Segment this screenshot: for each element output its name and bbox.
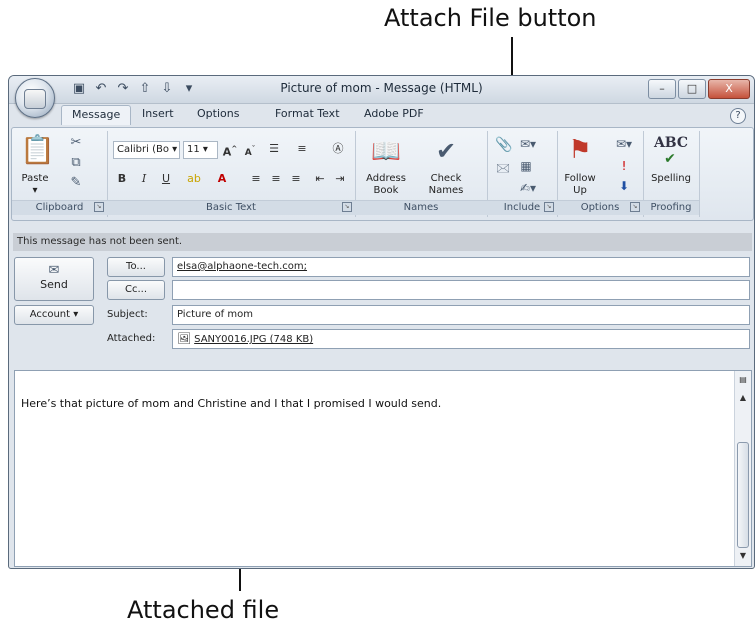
spelling-abc-icon[interactable]: ABC (647, 135, 695, 151)
callout-attached-file: Attached file (127, 596, 280, 624)
styles-icon[interactable]: Ⓐ (329, 141, 347, 157)
numbering-icon[interactable]: ≡ (293, 141, 311, 157)
tab-message[interactable]: Message (61, 105, 132, 125)
spelling-check-icon[interactable]: ✔ (659, 151, 681, 167)
subject-label: Subject: (107, 309, 148, 320)
minimize-button[interactable]: – (648, 79, 676, 99)
follow-up-button[interactable]: Follow Up (559, 173, 601, 197)
send-envelope-icon: ✉ (48, 263, 60, 278)
account-button[interactable]: Account ▾ (14, 305, 94, 325)
attachment-file-icon: 🖼 (177, 332, 191, 345)
address-book-button[interactable]: Address Book (363, 173, 409, 197)
group-basic-text: Calibri (Bo ▾ 11 ▾ A^ Aˇ ☰ ≡ Ⓐ B I U ab … (107, 131, 356, 217)
group-label-proofing: Proofing (643, 200, 699, 215)
scroll-up-arrow-icon[interactable]: ▲ (735, 391, 751, 405)
grow-font-icon[interactable]: A^ (221, 141, 239, 159)
low-importance-icon[interactable]: ⬇ (617, 179, 631, 193)
group-label-include: Include ↘ (487, 200, 557, 215)
font-size-select[interactable]: 11 ▾ (183, 141, 218, 159)
tab-insert[interactable]: Insert (142, 107, 174, 120)
business-card-icon[interactable]: 🖂 (495, 159, 511, 180)
scroll-thumb[interactable] (737, 442, 749, 548)
check-names-icon[interactable]: ✔ (431, 137, 461, 165)
attached-label: Attached: (107, 333, 156, 344)
signature-icon[interactable]: ✍▾ (517, 181, 539, 195)
message-body[interactable]: Here’s that picture of mom and Christine… (14, 370, 752, 567)
group-include: 📎 ✉▾ 🖂 ▦ ✍▾ Include ↘ (487, 131, 558, 217)
decrease-indent-icon[interactable]: ⇤ (311, 171, 329, 187)
tab-options[interactable]: Options (197, 107, 239, 120)
attached-field[interactable]: 🖼 SANY0016.JPG (748 KB) (172, 329, 750, 349)
underline-button[interactable]: U (157, 171, 175, 187)
bold-button[interactable]: B (113, 171, 131, 187)
align-center-icon[interactable]: ≡ (267, 171, 285, 187)
format-painter-icon[interactable]: ✎ (68, 175, 84, 190)
vertical-scrollbar[interactable]: ▤ ▲ ▼ (734, 371, 751, 566)
permission-icon[interactable]: ✉▾ (613, 137, 635, 151)
high-importance-icon[interactable]: ! (617, 159, 631, 173)
group-label-names: Names (355, 200, 487, 215)
check-names-button[interactable]: Check Names (421, 173, 471, 197)
dialog-launcher-icon[interactable]: ↘ (342, 202, 352, 212)
to-field[interactable]: elsa@alphaone-tech.com; (172, 257, 750, 277)
ribbon: 📋 Paste ▾ ✂ ⧉ ✎ Clipboard ↘ Calibri (Bo ▾… (11, 127, 754, 221)
align-left-icon[interactable]: ≡ (247, 171, 265, 187)
italic-button[interactable]: I (135, 171, 153, 187)
copy-icon[interactable]: ⧉ (68, 155, 84, 170)
title-bar: ▣ ↶ ↷ ⇧ ⇩ ▾ Picture of mom - Message (HT… (9, 76, 754, 104)
dialog-launcher-icon[interactable]: ↘ (630, 202, 640, 212)
dialog-launcher-icon[interactable]: ↘ (544, 202, 554, 212)
help-icon[interactable]: ? (730, 108, 746, 124)
bullets-icon[interactable]: ☰ (265, 141, 283, 157)
address-book-icon[interactable]: 📖 (371, 137, 401, 165)
shrink-font-icon[interactable]: Aˇ (241, 141, 259, 158)
cut-icon[interactable]: ✂ (68, 135, 84, 150)
attachment-link[interactable]: SANY0016.JPG (748 KB) (194, 334, 313, 345)
paste-button[interactable]: Paste (18, 173, 52, 184)
group-clipboard: 📋 Paste ▾ ✂ ⧉ ✎ Clipboard ↘ (12, 131, 108, 217)
paste-icon[interactable]: 📋 (20, 135, 55, 165)
office-button[interactable] (15, 78, 55, 118)
message-window: ▣ ↶ ↷ ⇧ ⇩ ▾ Picture of mom - Message (HT… (8, 75, 755, 569)
calendar-icon[interactable]: ▦ (517, 159, 535, 173)
paste-dropdown-icon[interactable]: ▾ (18, 185, 52, 196)
tab-adobe-pdf[interactable]: Adobe PDF (364, 107, 424, 120)
align-right-icon[interactable]: ≡ (287, 171, 305, 187)
close-button[interactable]: X (708, 79, 750, 99)
group-label-clipboard: Clipboard ↘ (12, 200, 107, 215)
send-label: Send (40, 278, 68, 291)
send-button[interactable]: ✉ Send (14, 257, 94, 301)
font-color-icon[interactable]: A (213, 171, 231, 187)
scroll-down-arrow-icon[interactable]: ▼ (735, 549, 751, 563)
follow-up-flag-icon[interactable]: ⚑ (565, 135, 595, 165)
chevron-down-icon: ▾ (73, 309, 79, 320)
font-name-select[interactable]: Calibri (Bo ▾ (113, 141, 180, 159)
highlight-icon[interactable]: ab (185, 171, 203, 187)
attach-file-icon[interactable]: 📎 (495, 137, 512, 153)
tab-format-text[interactable]: Format Text (275, 107, 340, 120)
group-names: 📖 Address Book ✔ Check Names Names (355, 131, 488, 217)
to-button[interactable]: To... (107, 257, 165, 277)
increase-indent-icon[interactable]: ⇥ (331, 171, 349, 187)
window-controls: – □ X (648, 79, 750, 99)
group-label-basic-text: Basic Text ↘ (107, 200, 355, 215)
spelling-button[interactable]: Spelling (645, 173, 697, 184)
office-logo-icon (24, 89, 46, 109)
info-bar: This message has not been sent. (13, 233, 752, 251)
attach-item-icon[interactable]: ✉▾ (517, 137, 539, 151)
ruler-toggle-icon[interactable]: ▤ (735, 373, 751, 387)
message-body-text: Here’s that picture of mom and Christine… (21, 397, 442, 410)
callout-attach-file: Attach File button (384, 4, 597, 32)
maximize-button[interactable]: □ (678, 79, 706, 99)
subject-field[interactable]: Picture of mom (172, 305, 750, 325)
group-label-options: Options ↘ (557, 200, 643, 215)
window-title: Picture of mom - Message (HTML) (280, 81, 483, 95)
dialog-launcher-icon[interactable]: ↘ (94, 202, 104, 212)
ribbon-tabs: Message Insert Options Format Text Adobe… (9, 103, 754, 127)
cc-button[interactable]: Cc... (107, 280, 165, 300)
cc-field[interactable] (172, 280, 750, 300)
group-proofing: ABC ✔ Spelling Proofing (643, 131, 700, 217)
group-options: ⚑ Follow Up ✉▾ ! ⬇ Options ↘ (557, 131, 644, 217)
